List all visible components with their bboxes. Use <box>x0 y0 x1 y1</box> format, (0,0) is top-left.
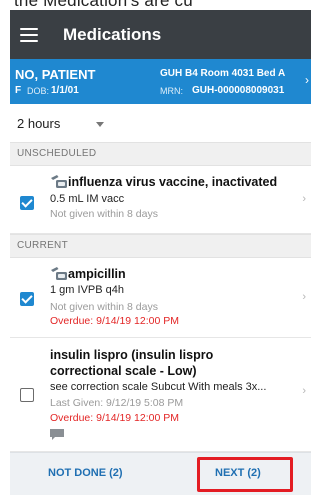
patient-banner[interactable]: NO, PATIENT F DOB: 1/1/01 GUH B4 Room 40… <box>10 59 311 104</box>
medication-name: ampicillin <box>68 267 126 281</box>
patient-dob: 1/1/01 <box>51 85 79 96</box>
footer-action-bar: NOT DONE (2) NEXT (2) <box>10 452 311 495</box>
patient-location: GUH B4 Room 4031 Bed A <box>160 68 286 79</box>
chevron-right-icon: › <box>302 291 306 303</box>
mrn-label: MRN: <box>160 86 183 96</box>
medication-name: influenza virus vaccine, inactivated <box>68 175 278 189</box>
section-label: CURRENT <box>17 240 68 251</box>
syringe-transfer-icon <box>51 267 67 280</box>
patient-name: NO, PATIENT <box>15 67 96 82</box>
dropdown-caret-icon <box>96 122 104 127</box>
medication-dose: 1 gm IVPB q4h <box>50 284 124 296</box>
medication-dose: see correction scale Subcut With meals 3… <box>50 381 267 393</box>
checkbox-influenza[interactable] <box>20 196 34 210</box>
dob-label: DOB: <box>27 86 50 96</box>
cropped-caption-text: the Medication's are cu <box>14 0 193 10</box>
section-label: UNSCHEDULED <box>17 148 97 159</box>
checkbox-insulin[interactable] <box>20 388 34 402</box>
medication-row-ampicillin[interactable]: ampicillin 1 gm IVPB q4h Not given withi… <box>10 258 311 338</box>
medication-overdue: Overdue: 9/14/19 12:00 PM <box>50 412 179 424</box>
cropped-caption: the Medication's are cu <box>0 0 311 10</box>
chevron-right-icon: › <box>302 385 306 397</box>
patient-sex: F <box>15 85 22 96</box>
patient-mrn: GUH-000008009031 <box>192 85 285 96</box>
medication-row-influenza[interactable]: influenza virus vaccine, inactivated 0.5… <box>10 166 311 234</box>
page-title: Medications <box>63 24 162 44</box>
chevron-right-icon: › <box>302 193 306 205</box>
medication-name-line2: correctional scale - Low) <box>50 364 197 378</box>
section-header-current: CURRENT <box>10 234 311 258</box>
not-done-button[interactable]: NOT DONE (2) <box>48 467 123 479</box>
comment-icon[interactable] <box>50 429 64 440</box>
next-button-highlight <box>197 457 293 492</box>
medication-dose: 0.5 mL IM vacc <box>50 193 125 205</box>
time-filter-dropdown[interactable]: 2 hours <box>10 104 311 142</box>
medication-status: Not given within 8 days <box>50 301 158 313</box>
section-header-unscheduled: UNSCHEDULED <box>10 142 311 166</box>
medication-row-insulin[interactable]: insulin lispro (insulin lispro correctio… <box>10 338 311 452</box>
medication-status: Not given within 8 days <box>50 208 158 220</box>
medication-name-line1: insulin lispro (insulin lispro <box>50 348 214 362</box>
medication-overdue: Overdue: 9/14/19 12:00 PM <box>50 315 179 327</box>
chevron-right-icon: › <box>305 73 309 87</box>
app-bar: Medications <box>10 10 311 59</box>
hamburger-menu-icon[interactable] <box>20 27 38 42</box>
medication-last-given: Last Given: 9/12/19 5:08 PM <box>50 397 184 409</box>
time-filter-value: 2 hours <box>17 116 61 131</box>
syringe-transfer-icon <box>51 175 67 188</box>
checkbox-ampicillin[interactable] <box>20 292 34 306</box>
